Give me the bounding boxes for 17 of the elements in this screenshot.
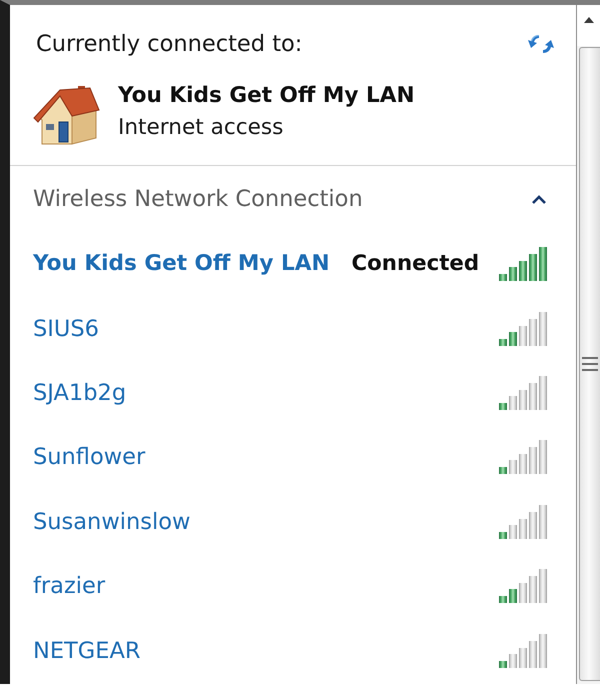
scroll-up-button[interactable] <box>577 5 600 46</box>
network-name: You Kids Get Off My LAN <box>118 82 415 110</box>
chevron-up-icon[interactable] <box>532 194 546 204</box>
network-link[interactable]: Susanwinslow <box>33 508 190 535</box>
network-link[interactable]: frazier <box>33 573 106 600</box>
network-link[interactable]: Sunflower <box>33 444 146 470</box>
network-link[interactable]: NETGEAR <box>33 638 140 664</box>
access-status: Internet access <box>118 114 284 142</box>
network-link[interactable]: SJA1b2g <box>33 380 126 406</box>
header-label: Currently connected to: <box>36 31 302 57</box>
grip-icon <box>582 357 598 371</box>
refresh-icon[interactable] <box>526 32 556 56</box>
section-title: Wireless Network Connection <box>33 186 363 212</box>
network-link[interactable]: SIUS6 <box>33 316 99 342</box>
network-link[interactable]: You Kids Get Off My LAN <box>33 251 330 278</box>
connection-status: Connected <box>352 251 480 278</box>
caret-up-icon <box>584 16 594 22</box>
